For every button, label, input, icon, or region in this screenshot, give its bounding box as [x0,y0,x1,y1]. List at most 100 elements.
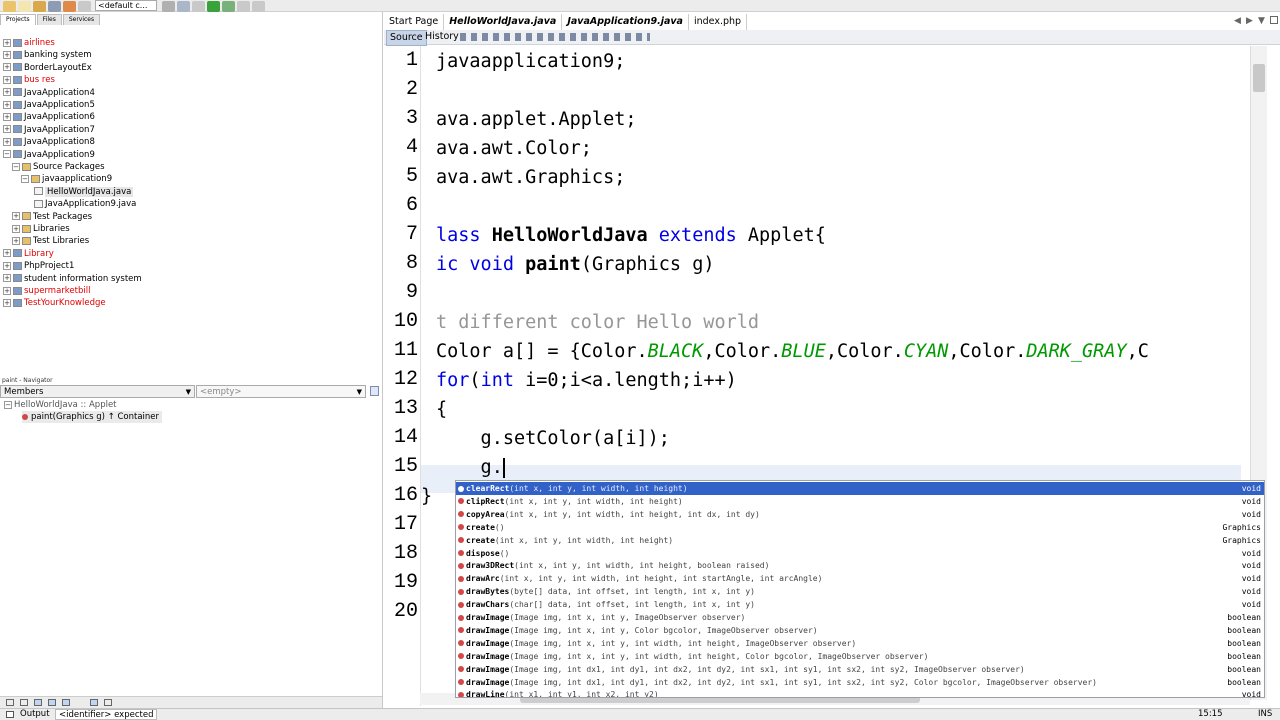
expand-icon[interactable]: + [12,224,20,233]
navigator-options-icon[interactable] [370,386,379,396]
filter-nonpublic-icon[interactable] [48,699,56,706]
expand-icon[interactable]: + [3,274,11,283]
tab-index-php[interactable]: index.php [689,14,748,30]
navigator-class-node[interactable]: − HelloWorldJava :: Applet [4,399,117,411]
tab-services[interactable]: Services [62,14,101,25]
expand-icon[interactable]: + [3,100,11,109]
history-button[interactable]: History [422,30,462,44]
tree-item[interactable]: − Source Packages [12,161,105,173]
tab-list-icon[interactable]: ▼ [1258,16,1265,26]
expand-icon[interactable]: + [3,38,11,47]
build-icon[interactable] [162,1,175,12]
tree-item[interactable]: + Libraries [12,223,70,235]
completion-item[interactable]: drawImage(Image img, int dx1, int dy1, i… [456,663,1264,676]
expand-icon[interactable]: + [3,249,11,258]
tab-javaapplication9[interactable]: JavaApplication9.java [562,14,689,30]
undo-icon[interactable] [63,1,76,12]
debug-icon[interactable] [222,1,235,12]
tree-item[interactable]: + supermarketbill [3,285,90,297]
expand-icon[interactable]: + [3,88,11,97]
tree-item[interactable]: HelloWorldJava.java [30,186,134,198]
completion-item[interactable]: draw3DRect(int x, int y, int width, int … [456,559,1264,572]
tree-item[interactable]: + JavaApplication4 [3,87,95,99]
filter-static-icon[interactable] [20,699,28,706]
completion-item[interactable]: create(int x, int y, int width, int heig… [456,534,1264,547]
new-file-icon[interactable] [18,1,31,12]
tree-item[interactable]: JavaApplication9.java [30,198,136,210]
tree-item[interactable]: + Test Libraries [12,235,89,247]
tab-projects[interactable]: Projects [0,14,36,25]
tree-item[interactable]: + Library [3,248,54,260]
tab-start-page[interactable]: Start Page [384,14,445,30]
expand-icon[interactable]: + [3,261,11,270]
expand-icon[interactable]: + [3,63,11,72]
expand-icon[interactable]: + [3,125,11,134]
javadoc-icon[interactable] [104,699,112,706]
filter-icon[interactable] [192,1,205,12]
save-all-icon[interactable] [48,1,61,12]
maximize-icon[interactable] [1270,16,1278,24]
scroll-thumb[interactable] [1253,64,1265,92]
fqn-icon[interactable] [90,699,98,706]
source-button[interactable]: Source [386,30,427,46]
expand-icon[interactable]: + [12,212,20,221]
completion-item[interactable]: drawImage(Image img, int dx1, int dy1, i… [456,676,1264,689]
open-project-icon[interactable] [33,1,46,12]
completion-item[interactable]: drawLine(int x1, int y1, int x2, int y2)… [456,688,1264,697]
completion-item[interactable]: clearRect(int x, int y, int width, int h… [456,482,1264,495]
completion-item[interactable]: drawChars(char[] data, int offset, int l… [456,598,1264,611]
completion-item[interactable]: copyArea(int x, int y, int width, int he… [456,508,1264,521]
sort-icon[interactable] [62,699,70,706]
tab-nav-left-icon[interactable]: ◀ [1234,16,1241,26]
tab-nav-right-icon[interactable]: ▶ [1246,16,1253,26]
tree-item[interactable]: + PhpProject1 [3,260,74,272]
tree-item[interactable]: + TestYourKnowledge [3,297,106,309]
navigator-method-node[interactable]: paint(Graphics g) ↑ Container [22,411,163,423]
completion-item[interactable]: drawBytes(byte[] data, int offset, int l… [456,585,1264,598]
tree-item[interactable]: − JavaApplication9 [3,149,95,161]
tree-item[interactable]: + bus res [3,74,55,86]
collapse-icon[interactable]: − [3,150,11,159]
expand-icon[interactable]: + [3,286,11,295]
tab-helloworldjava[interactable]: HelloWorldJava.java [444,14,563,30]
members-select[interactable]: Members ▼ [0,385,195,398]
redo-icon[interactable] [78,1,91,12]
completion-item[interactable]: drawArc(int x, int y, int width, int hei… [456,572,1264,585]
clean-build-icon[interactable] [177,1,190,12]
tree-item[interactable]: + airlines [3,37,55,49]
config-select[interactable]: <default c... [95,0,157,11]
filter-inherited-icon[interactable] [34,699,42,706]
expand-icon[interactable]: + [3,298,11,307]
collapse-icon[interactable]: − [21,174,29,183]
tree-item[interactable]: + student information system [3,273,142,285]
tree-item[interactable]: + JavaApplication7 [3,124,95,136]
expand-icon[interactable]: + [3,50,11,59]
completion-item[interactable]: drawImage(Image img, int x, int y, Image… [456,611,1264,624]
new-project-icon[interactable] [3,1,16,12]
output-tab[interactable]: Output [20,709,50,720]
editor-tools[interactable] [460,33,650,41]
tree-item[interactable]: + BorderLayoutEx [3,62,92,74]
collapse-icon[interactable]: − [12,162,20,171]
tab-files[interactable]: Files [36,14,62,25]
expand-icon[interactable]: + [3,75,11,84]
completion-item[interactable]: clipRect(int x, int y, int width, int he… [456,495,1264,508]
run-icon[interactable] [207,1,220,12]
tree-item[interactable]: + JavaApplication6 [3,111,95,123]
tree-item[interactable]: + Test Packages [12,211,92,223]
filter-fields-icon[interactable] [6,699,14,706]
expand-icon[interactable]: + [12,236,20,245]
collapse-icon[interactable]: − [4,400,12,409]
expand-icon[interactable]: + [3,112,11,121]
navigator-filter[interactable]: <empty> ▼ [196,385,366,398]
tree-item[interactable]: + JavaApplication5 [3,99,95,111]
completion-item[interactable]: drawImage(Image img, int x, int y, Color… [456,624,1264,637]
tree-item[interactable]: + JavaApplication8 [3,136,95,148]
completion-item[interactable]: drawImage(Image img, int x, int y, int w… [456,650,1264,663]
tree-item[interactable]: + banking system [3,49,92,61]
expand-icon[interactable]: + [3,137,11,146]
completion-item[interactable]: create() Graphics [456,521,1264,534]
completion-item[interactable]: dispose() void [456,547,1264,560]
tree-item[interactable]: − javaapplication9 [21,173,112,185]
profile-icon[interactable] [237,1,250,12]
